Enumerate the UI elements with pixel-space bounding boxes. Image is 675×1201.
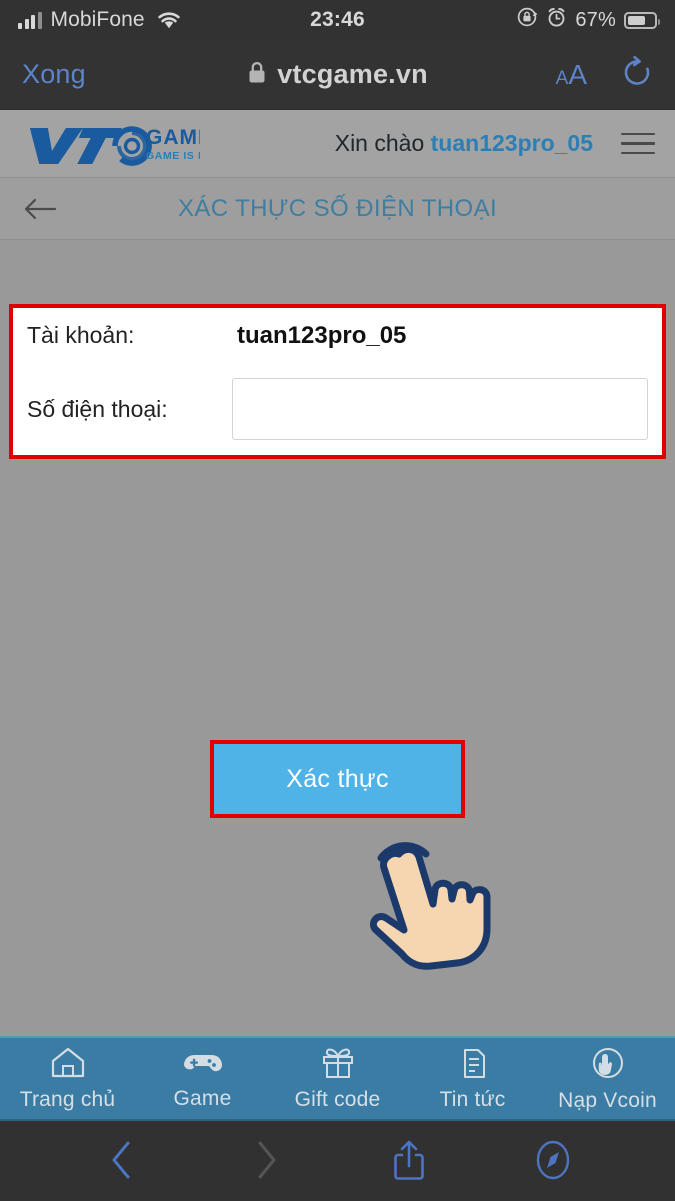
safari-bottom-toolbar — [0, 1121, 675, 1201]
safari-bar-actions: AA — [556, 55, 653, 94]
phone-verification-form: Tài khoản: tuan123pro_05 Số điện thoại: — [9, 304, 666, 459]
greeting-area: Xin chào tuan123pro_05 — [335, 130, 655, 157]
nav-label-news: Tin tức — [439, 1087, 506, 1111]
safari-address-bar: Xong vtcgame.vn AA — [0, 40, 675, 110]
done-button[interactable]: Xong — [22, 59, 86, 90]
account-label: Tài khoản: — [27, 322, 135, 348]
alarm-clock-icon — [546, 7, 567, 34]
nav-label-gift-code: Gift code — [294, 1087, 381, 1111]
site-bottom-nav: Trang chủ Game Gift code Tin tức Nạp Vco… — [0, 1036, 675, 1121]
nav-item-news[interactable]: Tin tức — [405, 1038, 540, 1119]
site-header: GAME GAME IS LIFE Xin chào tuan123pro_05 — [0, 110, 675, 178]
status-bar-right: 67% — [516, 6, 660, 34]
reload-icon[interactable] — [621, 55, 653, 94]
share-icon — [392, 1138, 426, 1185]
signal-bars-icon — [18, 11, 42, 29]
verify-button[interactable]: Xác thực — [214, 744, 461, 814]
account-row: Tài khoản: tuan123pro_05 — [13, 308, 662, 363]
gift-icon — [320, 1046, 356, 1085]
status-bar-left: MobiFone — [18, 8, 182, 32]
username-label: tuan123pro_05 — [430, 130, 593, 156]
ios-status-bar: MobiFone 23:46 67% — [0, 0, 675, 40]
battery-icon — [624, 11, 660, 29]
gamepad-icon — [182, 1047, 224, 1084]
hamburger-menu-icon[interactable] — [621, 132, 655, 155]
svg-text:GAME IS LIFE: GAME IS LIFE — [146, 150, 200, 162]
phone-label: Số điện thoại: — [27, 395, 168, 422]
nav-item-gift-code[interactable]: Gift code — [270, 1038, 405, 1119]
url-text: vtcgame.vn — [277, 59, 428, 89]
chevron-left-icon — [109, 1139, 135, 1184]
phone-row: Số điện thoại: — [13, 363, 662, 455]
share-button[interactable] — [338, 1138, 482, 1185]
page-title: XÁC THỰC SỐ ĐIỆN THOẠI — [177, 194, 498, 222]
nav-item-nap-vcoin[interactable]: Nạp Vcoin — [540, 1038, 675, 1119]
compass-icon — [534, 1138, 572, 1185]
home-icon — [49, 1046, 87, 1085]
browser-forward-button[interactable] — [194, 1139, 338, 1184]
tap-hand-cursor-icon — [355, 832, 535, 982]
wifi-icon — [156, 11, 182, 30]
back-arrow-icon[interactable] — [22, 197, 58, 221]
bookmarks-button[interactable] — [481, 1138, 625, 1185]
nav-item-game[interactable]: Game — [135, 1038, 270, 1119]
web-page: GAME GAME IS LIFE Xin chào tuan123pro_05… — [0, 110, 675, 1121]
greeting-text: Xin chào tuan123pro_05 — [335, 130, 593, 157]
battery-percent-label: 67% — [575, 8, 616, 31]
hand-coin-icon — [590, 1045, 626, 1086]
lock-icon — [247, 60, 267, 90]
page-title-bar: XÁC THỰC SỐ ĐIỆN THOẠI — [0, 178, 675, 240]
account-value: tuan123pro_05 — [237, 321, 407, 349]
nav-label-game: Game — [173, 1086, 232, 1110]
nav-item-home[interactable]: Trang chủ — [0, 1038, 135, 1119]
mobile-screen: MobiFone 23:46 67% Xong vtcgame.vn A A G… — [0, 0, 675, 1201]
page-content: Tài khoản: tuan123pro_05 Số điện thoại: … — [0, 240, 675, 1036]
nav-label-nap-vcoin: Nạp Vcoin — [558, 1088, 657, 1112]
browser-back-button[interactable] — [50, 1139, 194, 1184]
svg-text:GAME: GAME — [146, 126, 200, 149]
submit-highlight-box: Xác thực — [210, 740, 465, 818]
greeting-prefix: Xin chào — [334, 130, 425, 156]
vtc-game-logo[interactable]: GAME GAME IS LIFE — [20, 118, 200, 170]
text-size-button[interactable]: AA — [556, 59, 587, 91]
nav-label-home: Trang chủ — [19, 1087, 116, 1111]
rotation-lock-icon — [516, 6, 538, 34]
news-icon — [456, 1046, 490, 1085]
carrier-name: MobiFone — [50, 8, 145, 31]
phone-input[interactable] — [232, 378, 648, 440]
chevron-right-icon — [253, 1139, 279, 1184]
